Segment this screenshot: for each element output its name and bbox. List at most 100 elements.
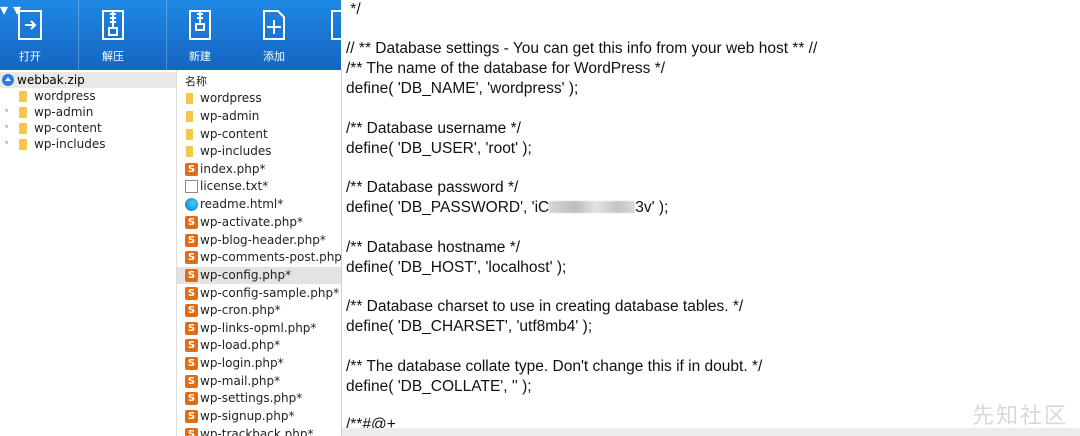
open-label: 打开 [19,50,41,63]
folder-icon [19,91,27,102]
chevron-right-icon[interactable]: › [5,122,9,132]
file-list: 名称 wordpress wp-admin wp-content wp-incl… [177,70,342,436]
code-line: // ** Database settings - You can get th… [346,40,818,57]
folder-icon [19,123,27,134]
list-item[interactable]: Swp-load.php* [177,337,341,354]
open-icon [18,10,42,40]
file-name: license.txt* [200,179,269,193]
list-item[interactable]: Swp-cron.php* [177,302,341,319]
code-line: define( 'DB_CHARSET', 'utf8mb4' ); [346,318,593,335]
code-line-password: define( 'DB_PASSWORD', 'iC 3v' ); [346,199,668,217]
list-item[interactable]: wp-admin [177,108,341,125]
folder-icon [186,129,193,140]
divider [78,0,79,70]
file-name: index.php* [200,162,266,176]
folder-tree: webbak.zip wordpress › wp-admin › wp-con… [0,70,177,436]
column-header-name[interactable]: 名称 [185,73,207,89]
folder-icon [186,146,193,157]
file-name: wp-config-sample.php* [200,286,340,300]
horizontal-scrollbar[interactable] [342,428,1080,436]
tree-root[interactable]: webbak.zip [0,72,176,88]
tree-item-wp-includes[interactable]: › wp-includes [0,136,176,152]
tree-item-wp-admin[interactable]: › wp-admin [0,104,176,120]
more-button[interactable] [322,0,341,70]
list-item[interactable]: Swp-settings.php* [177,390,341,407]
list-item[interactable]: Sindex.php* [177,161,341,178]
redacted-password [549,201,636,213]
file-name: wp-trackback.php* [200,427,314,436]
browser-file-icon [185,198,198,211]
folder-icon [19,107,27,118]
extract-label: 解压 [102,50,124,63]
php-file-icon: S [185,392,198,405]
code-line: define( 'DB_NAME', 'wordpress' ); [346,80,579,97]
list-item[interactable]: wp-includes [177,143,341,160]
extract-button[interactable]: 解压 [82,0,144,70]
list-item[interactable]: readme.html* [177,196,341,213]
folder-icon [186,111,193,122]
file-name: wp-links-opml.php* [200,321,317,335]
php-file-icon: S [185,216,198,229]
list-item[interactable]: Swp-links-opml.php* [177,320,341,337]
tree-item-label: wp-includes [34,137,106,151]
tree-item-wordpress[interactable]: wordpress [0,88,176,104]
list-item[interactable]: license.txt* [177,178,341,195]
php-file-icon: S [185,287,198,300]
tree-item-label: wp-content [34,121,102,135]
list-item[interactable]: Swp-comments-post.php* [177,249,341,266]
file-name: wp-blog-header.php* [200,233,326,247]
file-name: wp-includes [200,144,272,158]
code-line: /** Database password */ [346,179,519,196]
archive-icon [2,74,14,86]
file-name: wp-login.php* [200,356,284,370]
list-item[interactable]: Swp-trackback.php* [177,426,341,436]
php-file-icon: S [185,428,198,436]
file-name: wp-content [200,127,268,141]
php-file-icon: S [185,269,198,282]
php-file-icon: S [185,251,198,264]
toolbar: 打开 ▾ 解压 ▾ 新建 添加 [0,0,341,70]
php-file-icon: S [185,357,198,370]
code-line: /** The name of the database for WordPre… [346,60,666,77]
tree-item-label: wordpress [34,89,96,103]
file-name: wp-signup.php* [200,409,295,423]
code-line: /** Database charset to use in creating … [346,298,744,315]
php-file-icon: S [185,410,198,423]
php-file-icon: S [185,304,198,317]
list-item[interactable]: wordpress [177,90,341,107]
code-line: define( 'DB_USER', 'root' ); [346,140,532,157]
code-text: 3v' ); [635,199,669,216]
file-name: wp-activate.php* [200,215,303,229]
tree-root-label: webbak.zip [17,73,85,87]
folder-icon [186,93,193,104]
file-name: wp-admin [200,109,260,123]
file-name: wp-settings.php* [200,391,303,405]
chevron-right-icon[interactable]: › [5,106,9,116]
php-file-icon: S [185,375,198,388]
new-archive-button[interactable]: 新建 [170,0,230,70]
divider [166,0,167,70]
open-button[interactable]: 打开 [0,0,60,70]
list-item[interactable]: Swp-signup.php* [177,408,341,425]
chevron-right-icon[interactable]: › [5,138,9,148]
add-button[interactable]: 添加 [244,0,304,70]
list-item[interactable]: wp-content [177,126,341,143]
file-name: wp-comments-post.php* [200,250,342,264]
list-item-selected[interactable]: Swp-config.php* [177,267,341,284]
tree-item-label: wp-admin [34,105,94,119]
watermark: 先知社区 [971,404,1068,429]
php-file-icon: S [185,234,198,247]
file-name: readme.html* [200,197,284,211]
code-line: */ [346,1,361,18]
add-label: 添加 [263,50,285,63]
code-text: define( 'DB_PASSWORD', 'iC [346,199,550,216]
extract-icon [102,10,124,40]
list-item[interactable]: Swp-blog-header.php* [177,232,341,249]
file-name: wp-load.php* [200,338,281,352]
tree-item-wp-content[interactable]: › wp-content [0,120,176,136]
list-item[interactable]: Swp-config-sample.php* [177,285,341,302]
list-item[interactable]: Swp-mail.php* [177,373,341,390]
list-item[interactable]: Swp-activate.php* [177,214,341,231]
list-item[interactable]: Swp-login.php* [177,355,341,372]
code-viewer[interactable]: */ // ** Database settings - You can get… [342,0,1080,436]
